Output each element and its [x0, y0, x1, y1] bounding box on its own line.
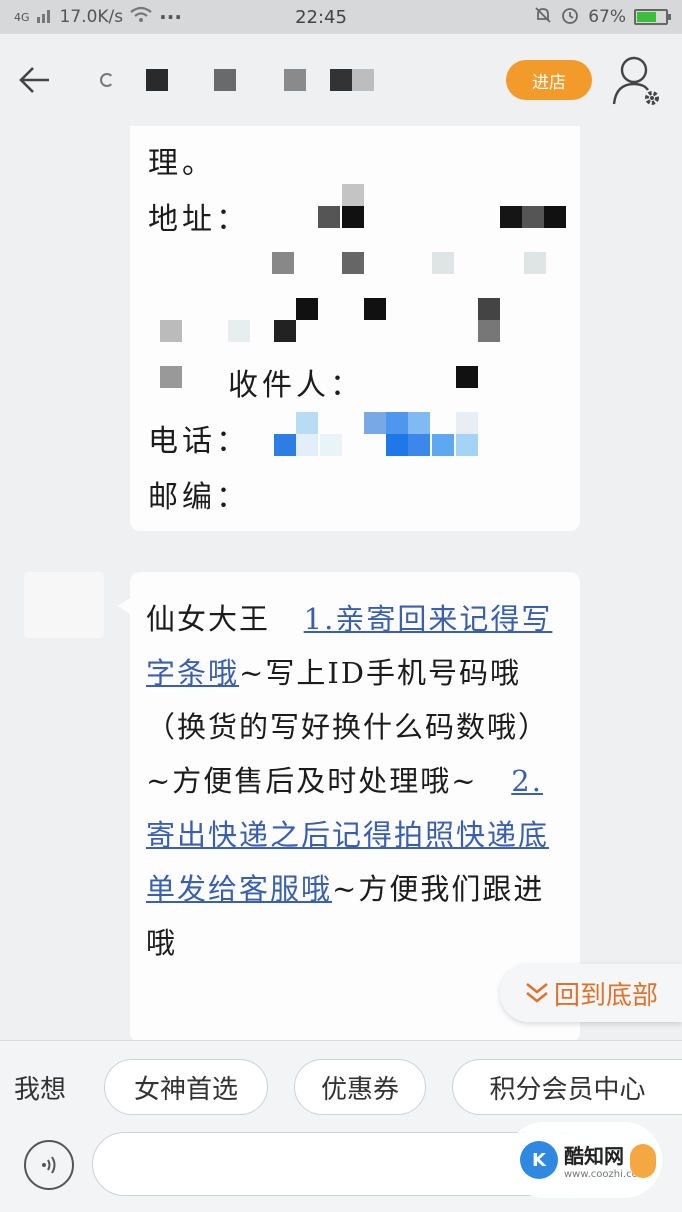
phone-label: 电话：: [148, 424, 250, 459]
status-time: 22:45: [295, 6, 347, 28]
enter-store-button[interactable]: 进店: [506, 60, 592, 100]
scroll-to-bottom-label: 回到底部: [553, 980, 658, 1011]
alarm-icon: [560, 5, 580, 30]
suggestion-bar: 我想 女神首选 优惠券 积分会员中心: [0, 1040, 682, 1128]
coozhi-logo-icon: K: [520, 1141, 558, 1179]
postcode-label: 邮编：: [148, 480, 250, 515]
voice-icon: [42, 1156, 56, 1174]
address-label: 地址：: [148, 202, 250, 237]
signal-icon: [36, 7, 54, 28]
emoji-button-icon[interactable]: [630, 1144, 656, 1178]
network-speed: 17.0K/s: [59, 7, 124, 27]
more-indicator: ···: [159, 5, 182, 29]
arrow-left-icon: [19, 67, 49, 93]
voice-input-button[interactable]: [24, 1140, 74, 1190]
greeting-text: 仙女大王: [146, 602, 271, 636]
battery-percent: 67%: [588, 7, 626, 27]
chat-header: 进店: [0, 34, 682, 126]
watermark: K 酷知网 www.coozhi.com: [506, 1122, 662, 1198]
suggestion-label: 我想: [14, 1075, 67, 1105]
battery-icon: [634, 9, 671, 25]
suggestion-chip-coupon[interactable]: 优惠券: [294, 1059, 426, 1115]
shop-name-redacted: [100, 34, 374, 126]
user-gear-icon: [612, 56, 659, 105]
message-text: 理。: [148, 146, 216, 181]
avatar[interactable]: [24, 572, 104, 638]
suggestion-chip-goddess[interactable]: 女神首选: [104, 1059, 268, 1115]
scroll-to-bottom-button[interactable]: 回到底部: [500, 964, 682, 1022]
status-bar: 4G 17.0K/s ··· 22:45 67%: [0, 0, 682, 34]
message-bubble-address: 理。 地址： 收件人： 电话： 邮编：: [130, 126, 580, 531]
battery-level: [637, 12, 656, 22]
wifi-icon: [129, 6, 153, 29]
back-button[interactable]: [0, 34, 70, 126]
mute-bell-icon: [534, 6, 552, 29]
suggestion-chip-points-member[interactable]: 积分会员中心: [452, 1059, 682, 1115]
network-indicator: 4G: [14, 10, 30, 24]
user-settings-button[interactable]: [612, 54, 662, 108]
recipient-label: 收件人：: [228, 368, 364, 403]
message-text: 仙女大王 1.亲寄回来记得写字条哦~写上ID手机号码哦（换货的写好换什么码数哦）…: [146, 592, 571, 970]
double-chevron-down-icon: [526, 982, 548, 1003]
